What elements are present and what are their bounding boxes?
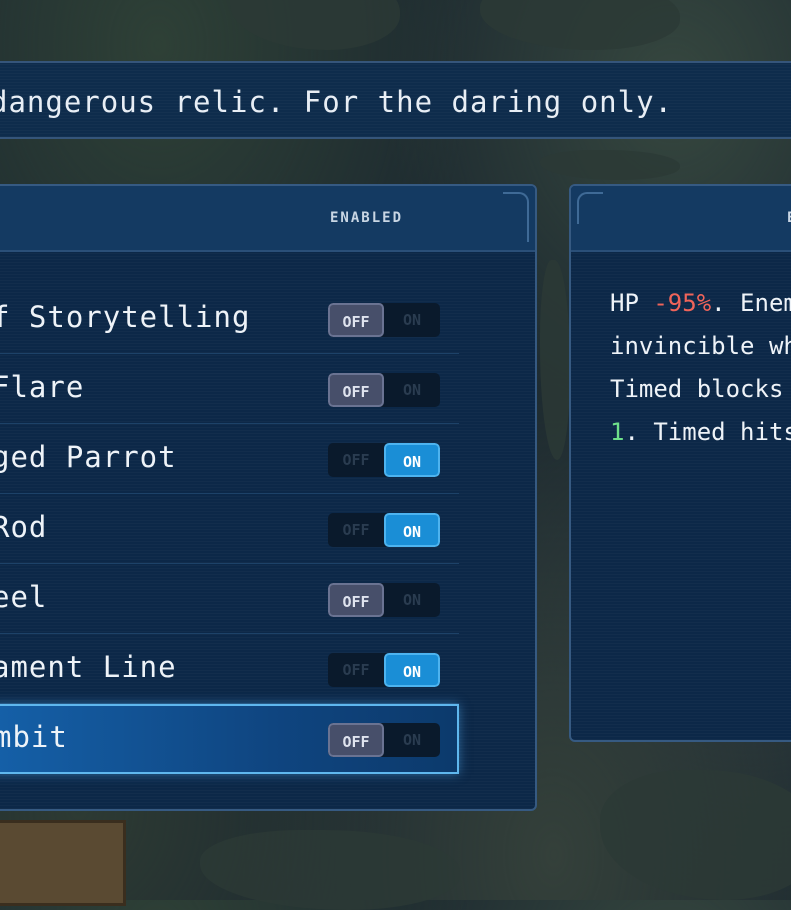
relic-toggle[interactable]: OFF ON (328, 583, 440, 617)
details-header-label: E (787, 210, 791, 226)
relic-row[interactable]: Flare OFF ON (0, 354, 459, 424)
relic-toggle[interactable]: OFF ON (328, 303, 440, 337)
relic-list-panel: ENABLED f Storytelling OFF ON Flare OFF … (0, 184, 537, 811)
toggle-on-option[interactable]: ON (384, 443, 440, 477)
corner-ornament (577, 192, 603, 224)
relic-description-bar: dangerous relic. For the daring only. (0, 61, 791, 139)
background-rock (230, 0, 400, 50)
toggle-on-option[interactable]: ON (384, 653, 440, 687)
toggle-on-option[interactable]: ON (384, 723, 440, 757)
effect-text: HP (610, 289, 654, 317)
relic-toggle[interactable]: OFF ON (328, 723, 440, 757)
background-rock (200, 830, 460, 910)
relic-name: mbit (0, 720, 68, 754)
relic-toggle[interactable]: OFF ON (328, 373, 440, 407)
toggle-on-option[interactable]: ON (384, 583, 440, 617)
toggle-on-option[interactable]: ON (384, 373, 440, 407)
effect-text: . Timed hits (624, 418, 791, 446)
toggle-off-option[interactable]: OFF (328, 513, 384, 547)
background-crate (0, 820, 126, 906)
relic-list-header: ENABLED (0, 186, 535, 252)
relic-effect-text: HP -95%. Enem invincible wh Timed blocks… (610, 282, 791, 454)
relic-details-panel: E HP -95%. Enem invincible wh Timed bloc… (569, 184, 791, 742)
relic-name: Flare (0, 370, 85, 404)
relic-name: f Storytelling (0, 300, 251, 334)
effect-line: HP -95%. Enem (610, 282, 791, 325)
relic-row-selected[interactable]: mbit OFF ON (0, 704, 459, 774)
background-rock (540, 150, 680, 180)
corner-ornament (503, 192, 529, 242)
effect-line: 1. Timed hits (610, 411, 791, 454)
toggle-off-option[interactable]: OFF (328, 583, 384, 617)
effect-text: . Enem (711, 289, 791, 317)
toggle-off-option[interactable]: OFF (328, 443, 384, 477)
relic-row[interactable]: ament Line OFF ON (0, 634, 459, 704)
toggle-off-option[interactable]: OFF (328, 653, 384, 687)
toggle-off-option[interactable]: OFF (328, 303, 384, 337)
relic-name: Rod (0, 510, 48, 544)
relic-name: ament Line (0, 650, 177, 684)
timed-hits-value: 1 (610, 418, 625, 446)
toggle-off-option[interactable]: OFF (328, 723, 384, 757)
effect-line: Timed blocks (610, 375, 784, 403)
relic-description: dangerous relic. For the daring only. (0, 85, 674, 119)
toggle-on-option[interactable]: ON (384, 513, 440, 547)
background-rock (540, 260, 570, 460)
toggle-off-option[interactable]: OFF (328, 373, 384, 407)
background-rock (480, 0, 680, 50)
relic-row[interactable]: Rod OFF ON (0, 494, 459, 564)
relic-name: eel (0, 580, 48, 614)
effect-line: invincible wh (610, 332, 791, 360)
relic-row[interactable]: f Storytelling OFF ON (0, 284, 459, 354)
hp-penalty-value: -95% (653, 289, 712, 317)
toggle-on-option[interactable]: ON (384, 303, 440, 337)
relic-toggle[interactable]: OFF ON (328, 653, 440, 687)
relic-toggle[interactable]: OFF ON (328, 513, 440, 547)
enabled-column-header: ENABLED (330, 210, 404, 226)
relic-row[interactable]: ged Parrot OFF ON (0, 424, 459, 494)
relic-name: ged Parrot (0, 440, 177, 474)
background-rock (600, 770, 791, 900)
relic-toggle[interactable]: OFF ON (328, 443, 440, 477)
relic-row[interactable]: eel OFF ON (0, 564, 459, 634)
relic-details-header: E (571, 186, 791, 252)
